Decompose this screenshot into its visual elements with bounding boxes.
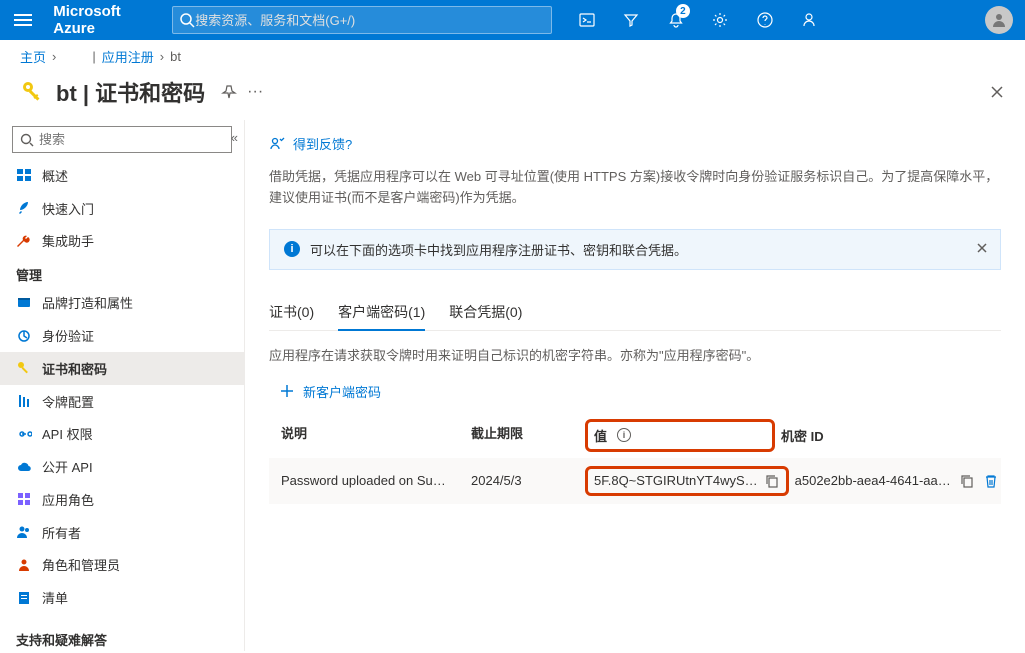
tab-certificates[interactable]: 证书(0)	[269, 294, 314, 330]
sidebar-item-label: 快速入门	[42, 199, 94, 218]
sidebar-item-quickstart[interactable]: 快速入门	[0, 192, 244, 225]
sidebar-group-support: 支持和疑难解答	[0, 622, 244, 651]
sidebar-item-api-perm[interactable]: API 权限	[0, 417, 244, 450]
sidebar-item-api-pub[interactable]: 公开 API	[0, 450, 244, 483]
add-client-secret-label: 新客户端密码	[303, 382, 381, 401]
global-search-input[interactable]	[195, 13, 545, 28]
api-perm-icon	[16, 426, 32, 442]
breadcrumb-home[interactable]: 主页	[20, 47, 46, 66]
sidebar-item-label: 所有者	[42, 523, 81, 542]
info-message: 可以在下面的选项卡中找到应用程序注册证书、密钥和联合凭据。	[310, 240, 687, 259]
sidebar-item-roles[interactable]: 角色和管理员	[0, 548, 244, 581]
page-title-bar: bt | 证书和密码 ···	[0, 72, 1025, 120]
info-icon: i	[284, 241, 300, 257]
cell-desc: Password uploaded on Su…	[281, 473, 471, 488]
sidebar-item-auth[interactable]: 身份验证	[0, 319, 244, 352]
dismiss-info-icon[interactable]	[974, 240, 990, 256]
cloud-icon	[16, 459, 32, 475]
cell-expires: 2024/5/3	[471, 473, 591, 488]
sidebar-item-label: 概述	[42, 166, 68, 185]
hamburger-menu-icon[interactable]	[8, 4, 37, 36]
sidebar-item-manifest[interactable]: 清单	[0, 581, 244, 614]
table-row: Password uploaded on Su… 2024/5/3 5F.8Q~…	[269, 458, 1001, 504]
copy-value-icon[interactable]	[764, 473, 780, 489]
pin-icon[interactable]	[221, 84, 237, 100]
sidebar-item-label: API 权限	[42, 424, 93, 443]
sidebar-item-branding[interactable]: 品牌打造和属性	[0, 286, 244, 319]
column-expires: 截止期限	[471, 423, 591, 448]
add-client-secret-button[interactable]: 新客户端密码	[269, 382, 1001, 401]
value-info-icon[interactable]: i	[617, 428, 631, 442]
sidebar-item-label: 令牌配置	[42, 392, 94, 411]
sidebar-search-input[interactable]	[39, 132, 225, 147]
token-icon	[16, 393, 32, 409]
key-icon	[16, 360, 32, 376]
notifications-badge: 2	[676, 4, 690, 18]
table-header: 说明 截止期限 值 i 机密 ID	[269, 413, 1001, 458]
collapse-sidebar-icon[interactable]: «	[231, 130, 238, 145]
sidebar-item-approles[interactable]: 应用角色	[0, 483, 244, 516]
copy-id-icon[interactable]	[959, 473, 975, 489]
sidebar-item-certificates[interactable]: 证书和密码	[0, 352, 244, 385]
wrench-icon	[16, 233, 32, 249]
roles-icon	[16, 557, 32, 573]
sidebar-item-label: 应用角色	[42, 490, 94, 509]
breadcrumb-app-reg[interactable]: 应用注册	[102, 47, 154, 66]
account-avatar[interactable]	[980, 0, 1017, 40]
settings-icon[interactable]	[702, 0, 739, 40]
delete-icon[interactable]	[983, 473, 999, 489]
sidebar-item-label: 证书和密码	[42, 359, 107, 378]
cell-secret-id: a502e2bb-aea4-4641-aa…	[795, 473, 999, 489]
avatar-icon	[985, 6, 1013, 34]
sidebar-group-manage: 管理	[0, 257, 244, 286]
page-title: bt | 证书和密码	[56, 76, 205, 108]
sidebar-item-owners[interactable]: 所有者	[0, 516, 244, 549]
tab-federated[interactable]: 联合凭据(0)	[449, 294, 522, 330]
sidebar: « 概述 快速入门 集成助手 管理 品牌打造和属性 身份验证 证书和密码	[0, 120, 245, 651]
description-text: 借助凭据，凭据应用程序可以在 Web 可寻址位置(使用 HTTPS 方案)接收令…	[269, 167, 1001, 209]
brand-title: Microsoft Azure	[45, 3, 164, 37]
sidebar-search[interactable]	[12, 126, 232, 153]
sidebar-item-label: 角色和管理员	[42, 555, 120, 574]
key-icon	[20, 79, 46, 105]
manifest-icon	[16, 590, 32, 606]
sidebar-item-label: 公开 API	[42, 457, 93, 476]
approles-icon	[16, 491, 32, 507]
brand-icon	[16, 295, 32, 311]
directory-filter-icon[interactable]	[613, 0, 650, 40]
info-bar: i 可以在下面的选项卡中找到应用程序注册证书、密钥和联合凭据。	[269, 229, 1001, 270]
feedback-label: 得到反馈?	[293, 134, 352, 153]
feedback-link[interactable]: 得到反馈?	[269, 128, 1001, 167]
feedback-icon[interactable]	[791, 0, 828, 40]
sidebar-item-label: 身份验证	[42, 326, 94, 345]
tab-description: 应用程序在请求获取令牌时用来证明自己标识的机密字符串。亦称为"应用程序密码"。	[269, 345, 1001, 364]
sidebar-item-label: 集成助手	[42, 231, 94, 250]
cloud-shell-icon[interactable]	[568, 0, 605, 40]
overview-icon	[16, 167, 32, 183]
close-blade-icon[interactable]	[989, 84, 1005, 100]
tab-client-secrets[interactable]: 客户端密码(1)	[338, 294, 425, 330]
owners-icon	[16, 524, 32, 540]
sidebar-item-label: 清单	[42, 588, 68, 607]
notifications-icon[interactable]: 2	[657, 0, 694, 40]
breadcrumb: 主页 › | 应用注册 › bt	[0, 40, 1025, 72]
cell-value: 5F.8Q~STGIRUtnYT4wyS…	[585, 466, 789, 496]
rocket-icon	[16, 200, 32, 216]
breadcrumb-current: bt	[170, 49, 181, 64]
more-icon[interactable]: ···	[247, 83, 263, 101]
sidebar-item-label: 品牌打造和属性	[42, 293, 133, 312]
auth-icon	[16, 328, 32, 344]
main-content: 得到反馈? 借助凭据，凭据应用程序可以在 Web 可寻址位置(使用 HTTPS …	[245, 120, 1025, 651]
azure-topbar: Microsoft Azure 2	[0, 0, 1025, 40]
sidebar-item-overview[interactable]: 概述	[0, 159, 244, 192]
column-desc: 说明	[281, 423, 471, 448]
sidebar-item-integration[interactable]: 集成助手	[0, 225, 244, 258]
help-icon[interactable]	[746, 0, 783, 40]
tabs: 证书(0) 客户端密码(1) 联合凭据(0)	[269, 294, 1001, 331]
global-search[interactable]	[172, 6, 552, 34]
sidebar-item-token[interactable]: 令牌配置	[0, 385, 244, 418]
column-secret-id: 机密 ID	[781, 423, 989, 448]
column-value: 值 i	[585, 419, 775, 452]
